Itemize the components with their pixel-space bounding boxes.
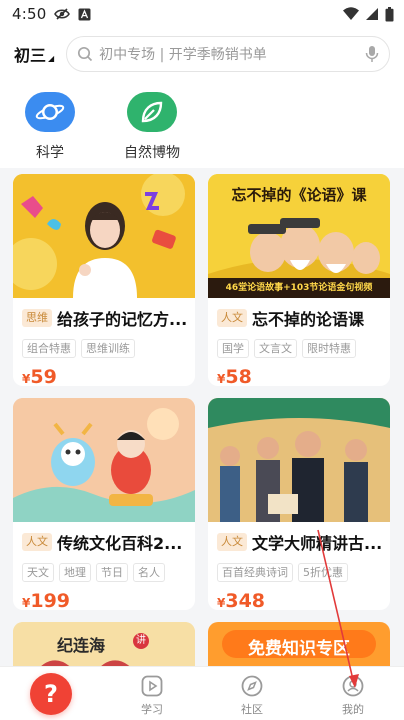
course-title: 传统文化百科2... [57, 534, 183, 553]
nav-community[interactable]: 社区 [212, 667, 292, 720]
user-icon [342, 675, 364, 697]
course-category-tag: 人文 [217, 309, 247, 327]
price-value: 348 [225, 590, 266, 610]
course-category-tag: 人文 [217, 533, 247, 551]
course-thumbnail [13, 174, 195, 298]
battery-icon [385, 6, 394, 21]
price-value: 199 [30, 590, 71, 610]
nav-home[interactable]: ? [10, 667, 90, 720]
a-badge-icon [78, 8, 91, 20]
compass-icon [241, 675, 263, 697]
search-placeholder: 初中专场 | 开学季畅销书单 [99, 47, 267, 63]
planet-icon [25, 92, 75, 132]
category-natural-history[interactable]: 自然博物 [116, 92, 188, 162]
course-price: ¥199 [22, 590, 186, 610]
course-card[interactable]: 思维 给孩子的记忆方... 组合特惠 思维训练 ¥59 [13, 174, 195, 386]
search-bar[interactable]: 初中专场 | 开学季畅销书单 [66, 36, 390, 72]
category-strip: 科学 自然博物 [0, 80, 404, 168]
nav-study[interactable]: 学习 [112, 667, 192, 720]
course-thumbnail [208, 398, 390, 522]
course-tag: 思维训练 [81, 339, 135, 358]
course-card[interactable]: 人文 文学大师精讲古... 百首经典诗词 5折优惠 ¥348 [208, 398, 390, 610]
leaf-icon [127, 92, 177, 132]
course-card[interactable]: 忘不掉的《论语》课 46堂论语故事+103节论语金句视频 人文 忘不掉的论语课 … [208, 174, 390, 386]
course-thumbnail: 忘不掉的《论语》课 46堂论语故事+103节论语金句视频 [208, 174, 390, 298]
course-price: ¥58 [217, 366, 381, 386]
grade-label: 初三 [14, 46, 47, 65]
course-price: ¥59 [22, 366, 186, 386]
thumbnail-caption: 46堂论语故事+103节论语金句视频 [225, 283, 373, 293]
course-title: 给孩子的记忆方... [57, 310, 186, 329]
header: 初三 ◢ 初中专场 | 开学季畅销书单 [0, 28, 404, 80]
thumbnail-title: 免费知识专区 [248, 639, 350, 659]
nav-label: 学习 [141, 703, 163, 716]
course-tag: 组合特惠 [22, 339, 76, 358]
course-tag: 限时特惠 [302, 339, 356, 358]
course-tag: 地理 [59, 563, 91, 582]
microphone-icon[interactable] [365, 45, 379, 63]
course-tag: 5折优惠 [298, 563, 348, 582]
course-tag: 国学 [217, 339, 249, 358]
course-thumbnail [13, 398, 195, 522]
price-value: 58 [225, 366, 252, 386]
course-category-tag: 人文 [22, 533, 52, 551]
course-title: 忘不掉的论语课 [252, 310, 365, 329]
course-title: 文学大师精讲古... [252, 534, 381, 553]
course-tag: 百首经典诗词 [217, 563, 293, 582]
course-price: ¥348 [217, 590, 381, 610]
course-card[interactable]: 免费知识专区 [208, 622, 390, 666]
course-tag: 名人 [133, 563, 165, 582]
search-icon [78, 46, 93, 62]
course-card[interactable]: 纪连海 讲 [13, 622, 195, 666]
status-bar: 4:50 [0, 0, 404, 28]
eye-slash-icon [54, 8, 71, 20]
course-grid: 思维 给孩子的记忆方... 组合特惠 思维训练 ¥59 忘不掉的《论语》课 46… [0, 168, 404, 666]
signal-icon [366, 8, 378, 20]
status-time: 4:50 [12, 5, 47, 23]
nav-label: 社区 [241, 703, 263, 716]
course-tag: 文言文 [254, 339, 297, 358]
course-tag: 节日 [96, 563, 128, 582]
category-science[interactable]: 科学 [14, 92, 86, 162]
course-thumbnail: 免费知识专区 [208, 622, 390, 666]
course-card[interactable]: 人文 传统文化百科2... 天文 地理 节日 名人 ¥199 [13, 398, 195, 610]
thumbnail-badge: 讲 [133, 633, 149, 649]
play-square-icon [141, 675, 163, 697]
bottom-nav: ? 学习 社区 我的 [0, 666, 404, 720]
wifi-icon [343, 7, 359, 20]
price-value: 59 [30, 366, 57, 386]
caret-down-icon: ◢ [48, 54, 55, 63]
course-category-tag: 思维 [22, 309, 52, 327]
category-label: 自然博物 [124, 145, 180, 161]
grade-selector[interactable]: 初三 ◢ [14, 42, 54, 66]
nav-label: 我的 [342, 703, 364, 716]
category-label: 科学 [36, 145, 64, 161]
question-mark-icon: ? [30, 673, 72, 715]
thumbnail-title: 纪连海 [57, 636, 106, 655]
course-thumbnail: 纪连海 讲 [13, 622, 195, 666]
nav-profile[interactable]: 我的 [313, 667, 393, 720]
course-tag: 天文 [22, 563, 54, 582]
thumbnail-title: 忘不掉的《论语》课 [231, 186, 367, 204]
